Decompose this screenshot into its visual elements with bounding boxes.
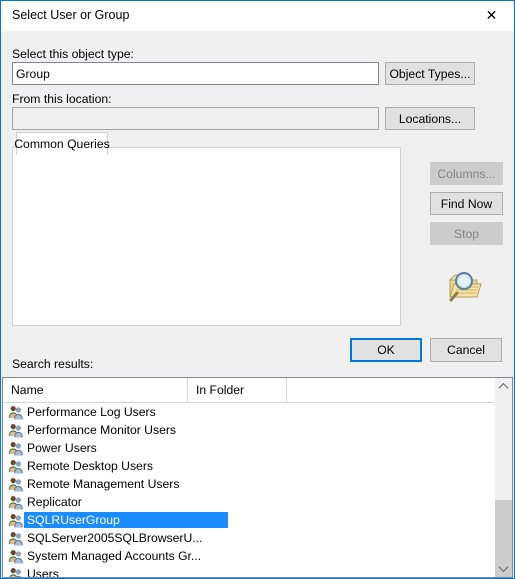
group-icon (8, 512, 24, 528)
scroll-up-button[interactable] (495, 378, 512, 395)
row-name: SQLRUserGroup (24, 512, 228, 528)
group-icon (8, 440, 24, 456)
window-title: Select User or Group (12, 8, 130, 22)
group-icon (8, 494, 24, 510)
table-row[interactable]: System Managed Accounts Gr... (3, 547, 512, 565)
table-row[interactable]: Remote Management Users (3, 475, 512, 493)
stop-button[interactable]: Stop (430, 222, 503, 245)
object-type-input[interactable]: Group (12, 62, 379, 85)
column-header-extra[interactable] (287, 378, 497, 402)
group-icon (8, 422, 24, 438)
chevron-down-icon (498, 562, 509, 573)
vertical-scrollbar[interactable] (494, 378, 512, 577)
locations-button[interactable]: Locations... (385, 107, 475, 130)
location-input[interactable] (12, 107, 379, 130)
table-row[interactable]: Performance Log Users (3, 403, 512, 421)
search-results-label: Search results: (12, 357, 94, 371)
search-results-list[interactable]: Name In Folder Performance Log Users Perf… (2, 377, 513, 578)
find-now-button[interactable]: Find Now (430, 192, 503, 215)
ok-button[interactable]: OK (350, 338, 422, 362)
tab-common-queries[interactable]: Common Queries (14, 132, 110, 155)
group-icon (8, 566, 24, 577)
column-header-name[interactable]: Name (3, 378, 188, 402)
columns-button[interactable]: Columns... (430, 162, 503, 185)
table-row[interactable]: SQLServer2005SQLBrowserU... (3, 529, 512, 547)
row-name: Remote Desktop Users (27, 459, 153, 473)
row-name: Power Users (27, 441, 97, 455)
location-label: From this location: (12, 92, 112, 106)
list-body: Performance Log Users Performance Monitor… (3, 403, 512, 577)
table-row[interactable]: Replicator (3, 493, 512, 511)
row-name: Users (27, 567, 59, 577)
search-folder-icon (447, 268, 485, 302)
title-bar: Select User or Group ✕ (1, 1, 514, 32)
table-row[interactable]: Performance Monitor Users (3, 421, 512, 439)
cancel-button[interactable]: Cancel (430, 338, 502, 362)
group-icon (8, 548, 24, 564)
row-name: Performance Log Users (27, 405, 156, 419)
table-row[interactable]: Users (3, 565, 512, 577)
scroll-down-button[interactable] (495, 560, 512, 577)
select-user-or-group-dialog: Select User or Group ✕ Select this objec… (0, 0, 515, 579)
close-icon: ✕ (485, 7, 498, 24)
row-name: Remote Management Users (27, 477, 180, 491)
group-icon (8, 404, 24, 420)
dialog-client-area: Select this object type: Group Object Ty… (2, 31, 513, 578)
table-row[interactable]: Remote Desktop Users (3, 457, 512, 475)
close-button[interactable]: ✕ (469, 1, 514, 30)
row-name: Replicator (27, 495, 82, 509)
group-icon (8, 530, 24, 546)
row-name: Performance Monitor Users (27, 423, 177, 437)
table-row[interactable]: Power Users (3, 439, 512, 457)
column-header-in-folder[interactable]: In Folder (188, 378, 287, 402)
object-type-label: Select this object type: (12, 47, 134, 61)
object-types-button[interactable]: Object Types... (385, 62, 475, 85)
common-queries-panel (12, 147, 401, 326)
group-icon (8, 476, 24, 492)
chevron-up-icon (498, 382, 509, 393)
list-header-row: Name In Folder (3, 378, 512, 403)
row-name: System Managed Accounts Gr... (27, 549, 202, 563)
group-icon (8, 458, 24, 474)
row-name: SQLServer2005SQLBrowserU... (27, 531, 203, 545)
table-row[interactable]: SQLRUserGroup (3, 511, 512, 529)
